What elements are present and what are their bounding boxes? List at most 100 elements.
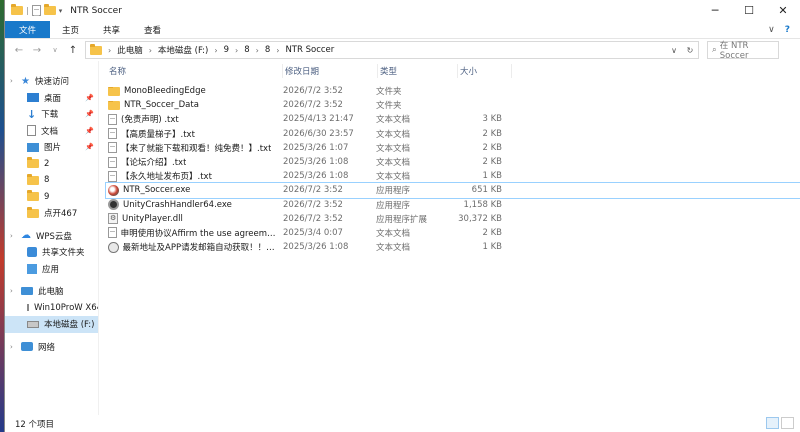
table-row[interactable]: UnityCrashHandler64.exe 2026/7/2 3:52 应用程序…: [106, 198, 800, 212]
sidebar-item-folder-9[interactable]: 9: [5, 189, 98, 206]
breadcrumb-this-pc[interactable]: 此电脑: [117, 44, 143, 56]
file-date: 2026/6/30 23:57: [283, 128, 354, 139]
sidebar-item-label: 9: [44, 191, 50, 202]
sidebar-item-pictures[interactable]: 图片 📌: [5, 139, 98, 156]
forward-arrow-icon[interactable]: →: [29, 42, 45, 58]
breadcrumb-chevron-icon[interactable]: ›: [149, 46, 152, 55]
expand-ribbon-icon[interactable]: ∨: [768, 25, 775, 35]
expand-arrow-icon[interactable]: ›: [10, 343, 13, 351]
table-row[interactable]: NTR_Soccer_Data 2026/7/2 3:52 文件夹: [106, 98, 800, 112]
column-header-name[interactable]: 名称: [107, 64, 283, 78]
sidebar-item-label: Win10ProW X64 (C:: [34, 302, 98, 313]
search-box[interactable]: ⌕ 在 NTR Soccer: [707, 39, 779, 61]
breadcrumb-folder-8b[interactable]: 8: [265, 45, 270, 55]
application-icon: [108, 184, 119, 196]
tab-file[interactable]: 文件: [5, 21, 51, 38]
breadcrumb-drive-f[interactable]: 本地磁盘 (F:): [158, 44, 208, 56]
column-header-size[interactable]: 大小: [458, 64, 512, 78]
folder-icon: [27, 206, 39, 218]
expand-arrow-icon[interactable]: ›: [10, 77, 13, 85]
address-dropdown-icon[interactable]: ∨: [666, 46, 682, 55]
help-icon[interactable]: ?: [785, 25, 790, 35]
file-size: 2 KB: [482, 227, 502, 238]
sidebar-item-drive-f[interactable]: 本地磁盘 (F:): [5, 316, 98, 333]
search-input[interactable]: 在 NTR Soccer: [720, 39, 778, 61]
breadcrumb-chevron-icon[interactable]: ›: [276, 46, 279, 55]
sidebar-item-documents[interactable]: 文档 📌: [5, 123, 98, 140]
sidebar-item-folder-467[interactable]: 点开467: [5, 205, 98, 222]
breadcrumb-folder-8[interactable]: 8: [244, 45, 249, 55]
tab-home[interactable]: 主页: [50, 21, 91, 38]
file-size: 2 KB: [482, 157, 502, 168]
sidebar-item-apps[interactable]: 应用: [5, 261, 98, 278]
file-type: 文本文档: [376, 143, 411, 154]
refresh-icon[interactable]: ↻: [682, 46, 698, 55]
tab-share[interactable]: 共享: [91, 21, 132, 38]
new-folder-icon[interactable]: [43, 4, 56, 15]
breadcrumb-ntr-soccer[interactable]: NTR Soccer: [285, 45, 334, 55]
table-row[interactable]: 【高质量梯子】.txt 2026/6/30 23:57 文本文档 2 KB: [106, 127, 800, 141]
file-type: 文件夹: [376, 101, 402, 112]
breadcrumb-chevron-icon[interactable]: ›: [256, 46, 259, 55]
file-date: 2026/7/2 3:52: [283, 213, 343, 224]
expand-arrow-icon[interactable]: ›: [10, 287, 13, 295]
table-row[interactable]: 申明使用协议Affirm the use agreemen... 2025/3/4…: [106, 226, 800, 240]
sidebar-item-label: 此电脑: [38, 287, 64, 298]
maximize-button[interactable]: ☐: [732, 0, 766, 21]
minimize-button[interactable]: ─: [698, 0, 732, 21]
file-list[interactable]: 名称 修改日期 类型 大小 MonoBleedingEdge 2026/7/2 3…: [99, 61, 800, 415]
table-row[interactable]: 【论坛介绍】.txt 2025/3/26 1:08 文本文档 2 KB: [106, 155, 800, 169]
title-bar: | ▾ NTR Soccer ─ ☐ ✕: [5, 0, 800, 21]
sidebar-item-this-pc[interactable]: › 此电脑: [5, 283, 98, 300]
unity-icon: [108, 199, 119, 211]
file-name: NTR_Soccer.exe: [123, 185, 191, 196]
sidebar-item-shared-folder[interactable]: 共享文件夹: [5, 244, 98, 261]
column-header-type[interactable]: 类型: [378, 64, 458, 78]
file-date: 2026/7/2 3:52: [283, 86, 343, 97]
table-row[interactable]: MonoBleedingEdge 2026/7/2 3:52 文件夹: [106, 84, 800, 98]
sidebar-item-desktop[interactable]: 桌面 📌: [5, 90, 98, 107]
up-arrow-icon[interactable]: ↑: [65, 42, 81, 58]
pin-icon: 📌: [85, 126, 94, 135]
file-type: 文本文档: [376, 158, 411, 169]
expand-arrow-icon[interactable]: ›: [10, 232, 13, 240]
file-date: 2025/3/4 0:07: [283, 227, 343, 238]
tab-view[interactable]: 查看: [132, 21, 173, 38]
breadcrumb-chevron-icon[interactable]: ›: [214, 46, 217, 55]
sidebar-item-folder-8[interactable]: 8: [5, 172, 98, 189]
table-row[interactable]: (免责声明) .txt 2025/4/13 21:47 文本文档 3 KB: [106, 112, 800, 126]
chevron-down-icon[interactable]: ▾: [59, 7, 63, 15]
folder-icon: [27, 157, 39, 169]
sidebar-item-folder-2[interactable]: 2: [5, 156, 98, 173]
breadcrumb-folder-9[interactable]: 9: [224, 45, 229, 55]
breadcrumb-chevron-icon[interactable]: ›: [235, 46, 238, 55]
file-date: 2026/7/2 3:52: [283, 185, 343, 196]
address-bar[interactable]: › 此电脑 › 本地磁盘 (F:) › 9 › 8 › 8 › NTR Socc…: [85, 41, 699, 59]
table-row[interactable]: NTR_Soccer.exe 2026/7/2 3:52 应用程序 651 KB: [105, 182, 800, 199]
recent-locations-icon[interactable]: ∨: [47, 42, 63, 58]
sidebar-item-wps-cloud[interactable]: › ☁ WPS云盘: [5, 228, 98, 245]
properties-icon[interactable]: [31, 5, 41, 16]
sidebar-item-label: 8: [44, 175, 50, 186]
breadcrumb-chevron-icon[interactable]: ›: [108, 46, 111, 55]
table-row[interactable]: 【永久地址发布页】.txt 2025/3/26 1:08 文本文档 1 KB: [106, 169, 800, 183]
details-view-button[interactable]: [766, 417, 779, 429]
desktop-icon: [27, 93, 39, 103]
table-row[interactable]: 最新地址及APP请发邮箱自动获取！！！ ... 2025/3/26 1:08 文本文…: [106, 240, 800, 254]
table-row[interactable]: 【来了就能下载和观看！纯免费！】.txt 2025/3/26 1:07 文本文档 2 …: [106, 141, 800, 155]
file-name: 申明使用协议Affirm the use agreemen...: [120, 228, 277, 239]
sidebar-item-network[interactable]: › 网络: [5, 339, 98, 356]
sidebar-item-downloads[interactable]: ↓ 下载 📌: [5, 106, 98, 123]
back-arrow-icon[interactable]: ←: [11, 42, 27, 58]
navigation-pane[interactable]: › ★ 快速访问 桌面 📌 ↓ 下载 📌 文档 📌 图片 📌 2 8 9 点开4…: [5, 61, 99, 415]
large-icons-view-button[interactable]: [781, 417, 794, 429]
file-date: 2026/7/2 3:52: [283, 100, 343, 111]
sidebar-item-quick-access[interactable]: › ★ 快速访问: [5, 73, 98, 90]
file-type: 文本文档: [376, 228, 411, 239]
sidebar-item-label: 本地磁盘 (F:): [44, 320, 95, 331]
table-row[interactable]: UnityPlayer.dll 2026/7/2 3:52 应用程序扩展 30,372…: [106, 212, 800, 226]
close-button[interactable]: ✕: [766, 0, 800, 21]
sidebar-item-label: 快速访问: [34, 77, 69, 88]
column-header-date[interactable]: 修改日期: [283, 64, 378, 78]
sidebar-item-drive-c[interactable]: Win10ProW X64 (C:: [5, 300, 98, 317]
